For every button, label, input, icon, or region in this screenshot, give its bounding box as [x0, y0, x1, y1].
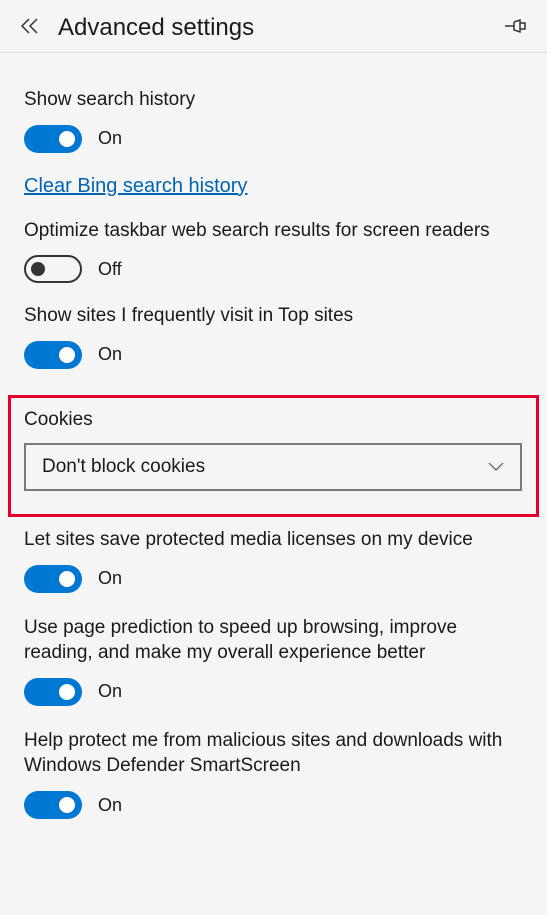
toggle-row: On: [24, 791, 523, 819]
setting-top-sites: Show sites I frequently visit in Top sit…: [24, 303, 523, 369]
clear-bing-link[interactable]: Clear Bing search history: [24, 175, 247, 198]
chevron-down-icon: [488, 456, 504, 478]
header: Advanced settings: [0, 0, 547, 53]
setting-media-licenses: Let sites save protected media licenses …: [24, 527, 523, 593]
setting-cookies: Cookies Don't block cookies: [24, 395, 523, 517]
toggle-row: On: [24, 678, 523, 706]
toggle-state: On: [98, 568, 122, 589]
setting-label: Use page prediction to speed up browsing…: [24, 615, 523, 666]
toggle-search-history[interactable]: [24, 125, 82, 153]
setting-label: Let sites save protected media licenses …: [24, 527, 523, 553]
toggle-state: On: [98, 681, 122, 702]
toggle-row: On: [24, 341, 523, 369]
setting-label: Show sites I frequently visit in Top sit…: [24, 303, 523, 329]
toggle-page-prediction[interactable]: [24, 678, 82, 706]
setting-label: Cookies: [24, 409, 523, 431]
setting-label: Show search history: [24, 87, 523, 113]
toggle-row: On: [24, 125, 523, 153]
page-title: Advanced settings: [58, 14, 254, 42]
setting-optimize-taskbar: Optimize taskbar web search results for …: [24, 218, 523, 284]
settings-content: Show search history On Clear Bing search…: [0, 53, 547, 839]
header-left: Advanced settings: [20, 14, 254, 42]
toggle-state: On: [98, 128, 122, 149]
toggle-media-licenses[interactable]: [24, 565, 82, 593]
setting-page-prediction: Use page prediction to speed up browsing…: [24, 615, 523, 706]
dropdown-value: Don't block cookies: [42, 456, 205, 478]
toggle-state: On: [98, 344, 122, 365]
toggle-row: Off: [24, 255, 523, 283]
back-icon[interactable]: [20, 18, 40, 39]
pin-icon[interactable]: [505, 17, 527, 40]
toggle-state: Off: [98, 259, 122, 280]
toggle-optimize-taskbar[interactable]: [24, 255, 82, 283]
setting-smartscreen: Help protect me from malicious sites and…: [24, 728, 523, 819]
toggle-state: On: [98, 795, 122, 816]
setting-label: Optimize taskbar web search results for …: [24, 218, 523, 244]
toggle-smartscreen[interactable]: [24, 791, 82, 819]
cookies-dropdown[interactable]: Don't block cookies: [24, 443, 522, 491]
toggle-row: On: [24, 565, 523, 593]
setting-search-history: Show search history On: [24, 87, 523, 153]
setting-label: Help protect me from malicious sites and…: [24, 728, 523, 779]
toggle-top-sites[interactable]: [24, 341, 82, 369]
